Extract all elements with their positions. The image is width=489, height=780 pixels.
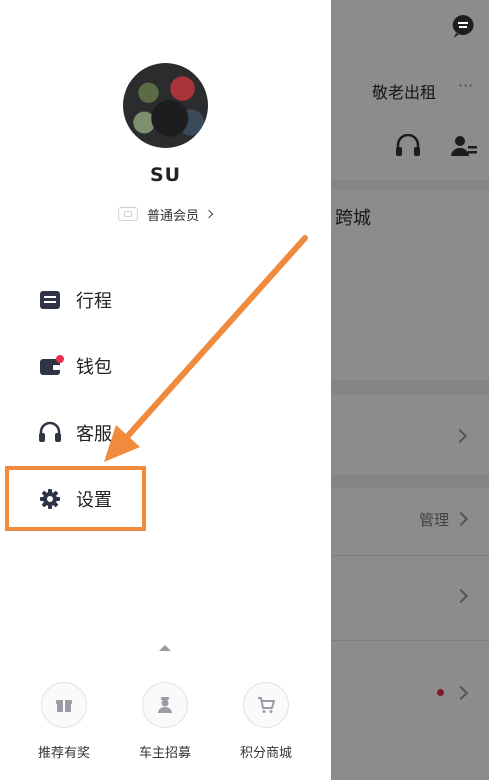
annotation-arrow-icon — [104, 235, 308, 462]
